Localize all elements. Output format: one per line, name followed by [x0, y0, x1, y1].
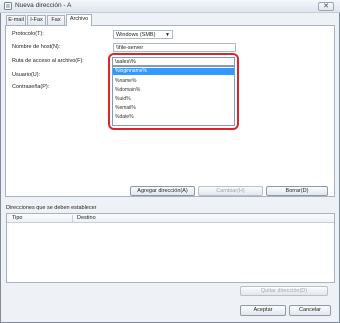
protocol-value: Windows (SMB): [116, 32, 156, 38]
list-item[interactable]: %loginname%: [113, 68, 234, 75]
close-icon[interactable]: ✕: [318, 2, 334, 11]
list-item[interactable]: %email%: [113, 105, 234, 112]
column-divider: [72, 215, 73, 222]
tab-archivo[interactable]: Archivo: [66, 14, 92, 26]
chevron-down-icon: ▼: [165, 32, 170, 38]
variable-dropdown-list[interactable]: %loginname% %name% %domain% %uid% %email…: [112, 66, 235, 126]
destinations-section-label: Direcciones que se deben establecer: [6, 205, 97, 211]
list-item[interactable]: %date%: [113, 114, 234, 121]
column-header-tipo[interactable]: Tipo: [12, 215, 23, 221]
tab-ifax[interactable]: I-Fax: [27, 15, 46, 25]
window-title: Nueva dirección - A: [15, 2, 72, 9]
path-label: Ruta de acceso al archivo(F):: [12, 58, 84, 64]
list-item[interactable]: %name%: [113, 78, 234, 85]
list-item[interactable]: %domain%: [113, 87, 234, 94]
list-item[interactable]: %uid%: [113, 96, 234, 103]
protocol-select[interactable]: Windows (SMB) ▼: [113, 30, 173, 39]
app-icon: [4, 2, 12, 10]
user-label: Usuario(U):: [12, 72, 41, 78]
host-label: Nombre de host(N):: [12, 44, 61, 50]
destinations-table[interactable]: Tipo Destino: [6, 213, 335, 283]
table-header: Tipo Destino: [7, 214, 334, 223]
protocol-label: Protocolo(T):: [12, 31, 44, 37]
remove-address-button[interactable]: Quitar dirección(D): [240, 286, 328, 296]
delete-button[interactable]: Borrar(D): [266, 186, 328, 196]
tab-email[interactable]: E-mail: [6, 15, 26, 25]
password-label: Contraseña(P):: [12, 84, 50, 90]
cancel-button[interactable]: Cancelar: [289, 305, 331, 316]
path-input[interactable]: \sales\%: [112, 57, 235, 66]
change-button[interactable]: Cambiar(H): [198, 186, 263, 196]
tab-fax[interactable]: Fax: [47, 15, 65, 25]
column-header-destino[interactable]: Destino: [77, 215, 96, 221]
ok-button[interactable]: Aceptar: [240, 305, 286, 316]
add-address-button[interactable]: Agregar dirección(A): [130, 186, 195, 196]
host-input[interactable]: \\file-server: [113, 43, 236, 52]
